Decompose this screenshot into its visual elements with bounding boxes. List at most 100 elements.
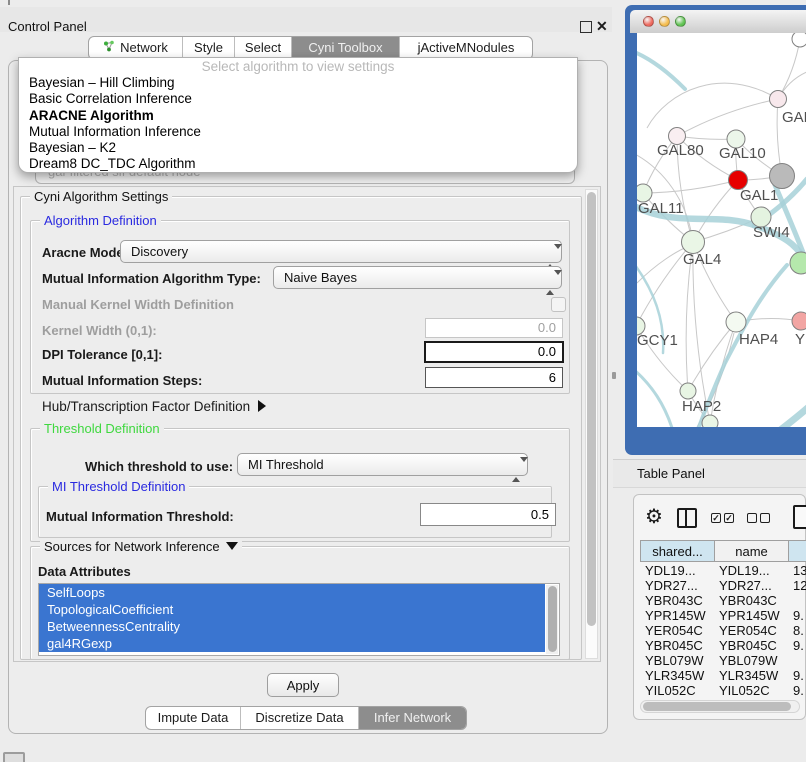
dropdown-item[interactable]: ARACNE Algorithm bbox=[19, 108, 577, 124]
dropdown-placeholder: Select algorithm to view settings bbox=[19, 58, 577, 75]
network-node-unlabeled[interactable] bbox=[770, 164, 795, 189]
mi-type-combo[interactable]: Naive Bayes bbox=[273, 266, 562, 289]
table-row[interactable]: YER054CYER054C8. bbox=[640, 623, 806, 638]
table-cell: YBL079W bbox=[645, 653, 714, 668]
network-window-titlebar[interactable] bbox=[630, 10, 806, 33]
table-row[interactable]: YIL052CYIL052C9. bbox=[640, 683, 806, 698]
table-header-col2[interactable] bbox=[788, 540, 806, 562]
tab-infer-network[interactable]: Infer Network bbox=[359, 707, 466, 729]
tab-style[interactable]: Style bbox=[183, 37, 235, 59]
dropdown-item[interactable]: Bayesian – Hill Climbing bbox=[19, 75, 577, 91]
sources-legend[interactable]: Sources for Network Inference bbox=[40, 539, 242, 554]
network-node-unlabeled[interactable] bbox=[790, 252, 806, 274]
attribute-item[interactable]: BetweennessCentrality bbox=[39, 618, 545, 635]
split-divider-handle[interactable] bbox=[612, 372, 616, 379]
aracne-mode-combo[interactable]: Discovery bbox=[120, 240, 562, 263]
tab-network[interactable]: Network bbox=[89, 37, 183, 59]
apply-button[interactable]: Apply bbox=[267, 673, 339, 697]
table-row[interactable]: YBR043CYBR043C bbox=[640, 593, 806, 608]
table-cell: YDR27... bbox=[645, 578, 714, 593]
mi-steps-field[interactable]: 6 bbox=[425, 367, 563, 388]
table-cell: YIL052C bbox=[719, 683, 788, 698]
dropdown-item[interactable]: Mutual Information Inference bbox=[19, 124, 577, 140]
kernel-width-field[interactable]: 0.0 bbox=[425, 318, 563, 338]
table-cell: YBR043C bbox=[719, 593, 788, 608]
tab-label: Select bbox=[245, 37, 281, 59]
tab-jactivemnodules[interactable]: jActiveMNodules bbox=[400, 37, 532, 59]
network-edge bbox=[693, 242, 710, 423]
table-row[interactable]: YPR145WYPR145W9. bbox=[640, 608, 806, 623]
collapsed-arrow-icon bbox=[258, 400, 266, 412]
table-row[interactable]: YLR345WYLR345W9. bbox=[640, 668, 806, 683]
gear-icon[interactable]: ⚙ bbox=[645, 504, 663, 529]
aracne-mode-label: Aracne Mode: bbox=[42, 245, 128, 260]
close-icon[interactable]: ✕ bbox=[596, 18, 608, 35]
dpi-tolerance-label: DPI Tolerance [0,1]: bbox=[42, 347, 162, 362]
network-node-GAL[interactable] bbox=[770, 91, 787, 108]
network-canvas[interactable]: GALGAL80GAL10GAL1GAL11SWI4GAL4GCY1HAP4YH… bbox=[637, 33, 806, 427]
attribute-item[interactable]: TopologicalCoefficient bbox=[39, 601, 545, 618]
mi-type-value: Naive Bayes bbox=[284, 270, 357, 285]
table-cell: YBR045C bbox=[719, 638, 788, 653]
network-node-unlabeled[interactable] bbox=[702, 415, 718, 427]
table-cell: YPR145W bbox=[645, 608, 714, 623]
columns-icon[interactable] bbox=[677, 508, 697, 528]
dropdown-item[interactable]: Bayesian – K2 bbox=[19, 140, 577, 156]
deselect-columns-icon[interactable] bbox=[747, 513, 770, 523]
which-threshold-value: MI Threshold bbox=[248, 457, 324, 472]
which-threshold-label: Which threshold to use: bbox=[85, 459, 233, 474]
tab-label: Discretize Data bbox=[255, 707, 343, 729]
minimize-traffic-light-icon[interactable] bbox=[659, 16, 670, 27]
network-node-HAP4[interactable] bbox=[726, 312, 746, 332]
tab-cyni-toolbox[interactable]: Cyni Toolbox bbox=[292, 37, 400, 59]
attribute-item[interactable]: gal4RGexp bbox=[39, 635, 545, 652]
network-node-label: GAL bbox=[782, 109, 806, 126]
network-edge bbox=[647, 83, 778, 128]
network-node-label: GAL1 bbox=[740, 187, 778, 204]
table-cell: 8. bbox=[793, 623, 806, 638]
dpi-tolerance-field[interactable]: 0.0 bbox=[424, 341, 564, 363]
attribute-item[interactable]: SelfLoops bbox=[39, 584, 545, 601]
table-row[interactable]: YBR045CYBR045C9. bbox=[640, 638, 806, 653]
network-node-label: GAL10 bbox=[719, 145, 766, 162]
table-hscrollbar-thumb[interactable] bbox=[643, 702, 791, 711]
attributes-scrollbar-thumb[interactable] bbox=[548, 586, 557, 652]
network-node-unlabeled[interactable] bbox=[792, 33, 806, 47]
table-header-shared...[interactable]: shared... bbox=[640, 540, 715, 562]
table-row[interactable]: YBL079WYBL079W bbox=[640, 653, 806, 668]
tab-impute-data[interactable]: Impute Data bbox=[146, 707, 241, 729]
network-highlight-edge bbox=[737, 405, 806, 427]
zoom-traffic-light-icon[interactable] bbox=[675, 16, 686, 27]
table-cell: 9. bbox=[793, 668, 806, 683]
settings-scrollbar-thumb[interactable] bbox=[587, 192, 596, 626]
table-header-name[interactable]: name bbox=[714, 540, 789, 562]
close-traffic-light-icon[interactable] bbox=[643, 16, 654, 27]
network-node-label: GAL4 bbox=[683, 251, 721, 268]
mi-threshold-label: Mutual Information Threshold: bbox=[46, 509, 234, 524]
table-cell: 9. bbox=[793, 608, 806, 623]
network-node-HAP2[interactable] bbox=[680, 383, 696, 399]
network-icon bbox=[103, 37, 115, 59]
tab-select[interactable]: Select bbox=[235, 37, 292, 59]
table-cell: YDL19... bbox=[645, 563, 714, 578]
hub-definition-toggle[interactable]: Hub/Transcription Factor Definition bbox=[42, 399, 266, 414]
table-cell: YDR27... bbox=[719, 578, 788, 593]
float-window-icon[interactable] bbox=[580, 21, 592, 33]
table-row[interactable]: YDL19...YDL19...13 bbox=[640, 563, 806, 578]
table-cell: YER054C bbox=[645, 623, 714, 638]
dropdown-item[interactable]: Dream8 DC_TDC Algorithm bbox=[19, 156, 577, 172]
network-edge bbox=[778, 39, 800, 99]
network-node-Y[interactable] bbox=[792, 312, 806, 330]
table-row[interactable]: YDR27...YDR27...12 bbox=[640, 578, 806, 593]
mi-type-label: Mutual Information Algorithm Type: bbox=[42, 271, 261, 286]
select-columns-icon[interactable]: ✓✓ bbox=[711, 513, 734, 523]
page-icon[interactable] bbox=[793, 505, 806, 529]
dropdown-item[interactable]: Basic Correlation Inference bbox=[19, 91, 577, 107]
network-highlight-edge bbox=[637, 368, 673, 427]
mi-threshold-field[interactable]: 0.5 bbox=[420, 503, 556, 526]
manual-kernel-checkbox[interactable] bbox=[551, 297, 566, 312]
tab-discretize-data[interactable]: Discretize Data bbox=[241, 707, 359, 729]
tab-label: jActiveMNodules bbox=[418, 37, 515, 59]
which-threshold-combo[interactable]: MI Threshold bbox=[237, 453, 528, 476]
tab-label: Style bbox=[194, 37, 223, 59]
